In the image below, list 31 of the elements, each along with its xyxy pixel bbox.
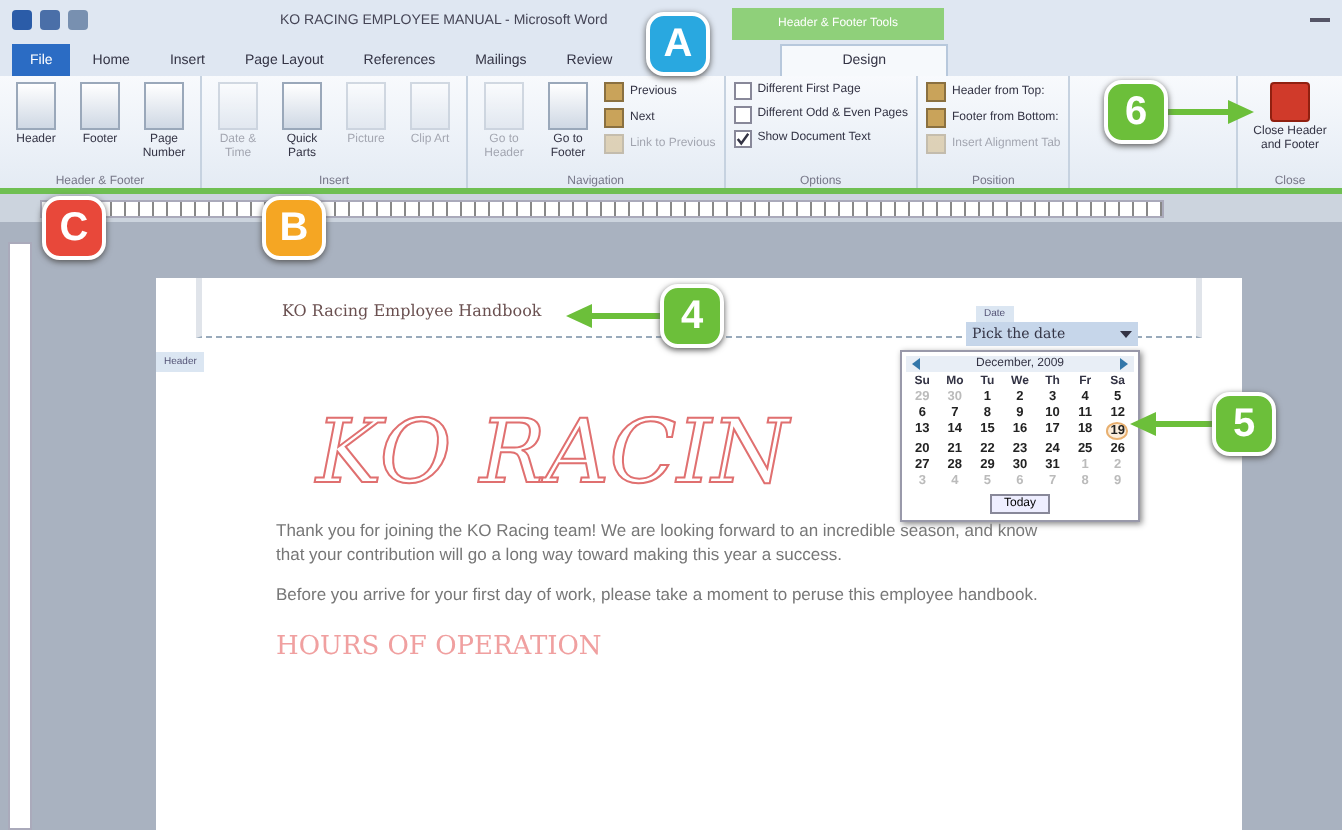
- arrow-icon: [1130, 412, 1214, 436]
- callout-marker: A: [646, 12, 710, 76]
- arrow-icon: [1166, 100, 1254, 124]
- body-paragraph: Thank you for joining the KO Racing team! We are looking forward to an incredible season, and know that your contribution will go a long way toward making this year a success.: [276, 520, 1040, 568]
- page-icon: [484, 82, 524, 130]
- checkbox[interactable]: [733, 106, 752, 124]
- dropdown-arrow-icon: [1120, 328, 1132, 340]
- previous-month-icon[interactable]: [910, 358, 922, 370]
- section-heading: HOURS OF OPERATION: [276, 631, 604, 662]
- page-icon: [548, 82, 588, 130]
- page-icon: [16, 82, 56, 130]
- document-title: KO RACIN: [316, 402, 789, 504]
- callout-marker: C: [42, 196, 106, 260]
- page-icon: [144, 82, 184, 130]
- header-text: KO Racing Employee Handbook: [282, 302, 542, 320]
- close-icon: [1270, 82, 1310, 122]
- checkmark-icon: [735, 132, 750, 146]
- callout-marker: 6: [1104, 80, 1168, 144]
- page-icon: [218, 82, 258, 130]
- checkbox[interactable]: [733, 130, 752, 148]
- page-icon: [282, 82, 322, 130]
- next-month-icon[interactable]: [1118, 358, 1130, 370]
- page-icon: [80, 82, 120, 130]
- callout-marker: 5: [1212, 392, 1276, 456]
- page-icon: [346, 82, 386, 130]
- arrow-icon: [566, 304, 662, 328]
- checkbox[interactable]: [733, 82, 752, 100]
- callout-marker: 4: [660, 284, 724, 348]
- body-paragraph: Before you arrive for your first day of work, please take a moment to peruse this employee handbook.: [276, 583, 1040, 608]
- page-icon: [410, 82, 450, 130]
- callout-marker: B: [262, 196, 326, 260]
